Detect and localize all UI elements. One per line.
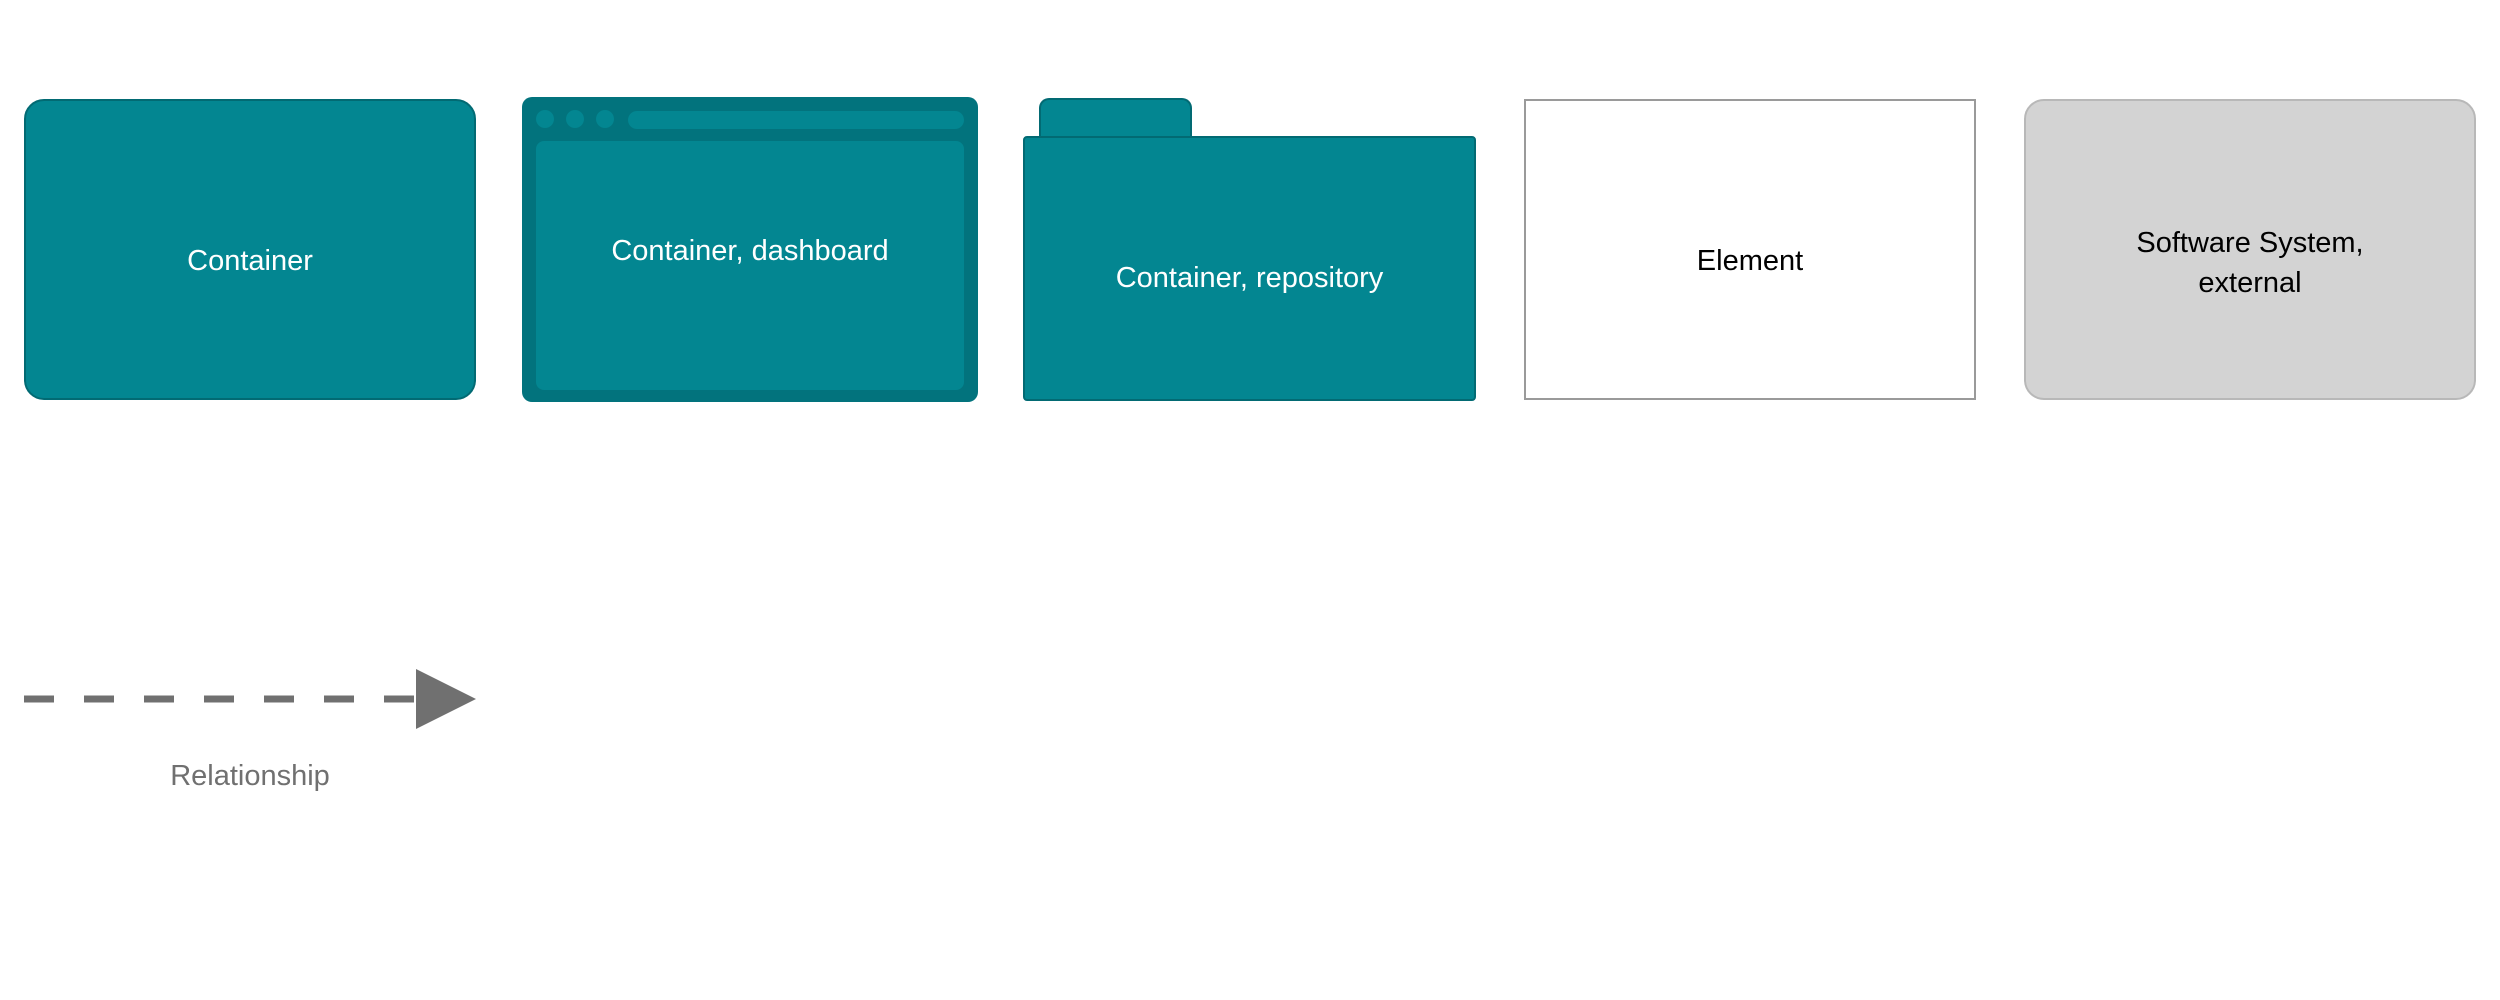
external-system-shape: Software System, external xyxy=(2024,99,2476,400)
dashboard-label: Container, dashboard xyxy=(611,235,889,267)
container-shape: Container xyxy=(24,99,476,400)
window-address-bar xyxy=(628,111,964,129)
arrowhead-icon xyxy=(416,669,476,729)
container-label: Container xyxy=(187,245,313,277)
relationship-arrow xyxy=(24,669,476,729)
relationship-label: Relationship xyxy=(170,760,330,792)
external-system-label: Software System, external xyxy=(2136,227,2364,299)
element-shape: Element xyxy=(1524,99,1976,400)
repository-label: Container, repository xyxy=(1115,262,1384,294)
dashboard-shape: Container, dashboard xyxy=(522,97,978,402)
repository-shape: Container, repository xyxy=(1023,98,1476,401)
element-label: Element xyxy=(1696,245,1804,277)
